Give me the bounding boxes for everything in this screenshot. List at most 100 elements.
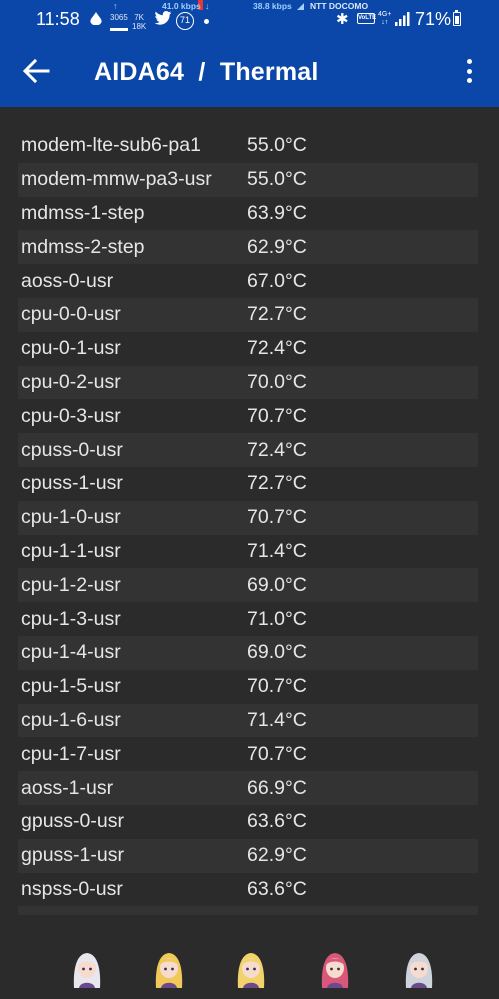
sensor-row[interactable]: mdmss-2-step 62.9°C [18,230,478,265]
sensor-temperature: 62.9°C [247,235,307,258]
battery-percent: 71% [415,9,452,29]
sensor-name: nspss-0-usr [21,877,123,900]
battery-icon [453,10,461,26]
more-vert-icon[interactable] [460,57,480,85]
sensor-temperature: 63.9°C [247,201,307,224]
sensor-row[interactable]: cpu-1-6-usr 71.4°C [18,703,478,738]
upload-speed: 38.8 kbps [253,1,292,11]
sensor-temperature: 63.6°C [247,810,307,833]
sensor-name: cpu-0-3-usr [21,404,121,427]
sensor-name: cpu-1-2-usr [21,573,121,596]
avatar-pink-hair-icon[interactable] [318,948,352,988]
sensor-name: cpuss-0-usr [21,438,123,461]
thermal-list-container[interactable]: modem-lte-sub6-pa1 55.0°C modem-mmw-pa3-us… [0,107,499,915]
sensor-temperature: 72.7°C [247,472,307,495]
sensor-temperature: 70.7°C [247,506,307,529]
sensor-temperature: 55.0°C [247,134,307,157]
avatar-white-hair-icon[interactable] [70,948,104,988]
app-bar: AIDA64 / Thermal [0,35,499,107]
sensor-temperature: 71.4°C [247,539,307,562]
sensor-name: cpu-1-0-usr [21,506,121,529]
sensor-row[interactable]: cpu-0-0-usr 72.7°C [18,297,478,332]
download-speed: 41.0 kbps [162,1,201,11]
sensor-name: cpu-0-1-usr [21,337,121,360]
sensor-name: aoss-0-usr [21,269,114,292]
sensor-row[interactable]: nspss-1-usr61.9°C [18,906,478,915]
sensor-temperature: 70.0°C [247,370,307,393]
thermal-sensor-list: modem-lte-sub6-pa1 55.0°C modem-mmw-pa3-us… [18,129,478,915]
data-usage-count: 3065 [110,13,128,22]
sensor-name: cpuss-1-usr [21,472,123,495]
sensor-row[interactable]: cpuss-1-usr 72.7°C [18,467,478,501]
page-title: AIDA64 / Thermal [94,58,319,86]
sensor-name: mdmss-1-step [21,201,145,224]
sensor-row[interactable]: modem-mmw-pa3-usr 55.0°C [18,162,478,197]
usage-bar [110,28,128,31]
status-bar: ↑ 41.0 kbps ↓ 38.8 kbps NTT DOCOMO 11:58… [0,0,499,35]
sensor-name: gpuss-0-usr [21,810,124,833]
sensor-temperature: 67.0°C [247,269,307,292]
sensor-row[interactable]: cpu-1-3-usr 71.0°C [18,602,478,636]
data-arrows-icon: ↓↑ [381,19,389,26]
follower-counts: 7K 18K [132,13,146,31]
sensor-name: cpu-1-7-usr [21,742,121,765]
sensor-row[interactable]: cpuss-0-usr 72.4°C [18,433,478,467]
sensor-row[interactable]: gpuss-0-usr 63.6°C [18,805,478,839]
sensor-temperature: 55.0°C [247,168,307,191]
sensor-temperature: 70.7°C [247,404,307,427]
sensor-temperature: 71.4°C [247,708,307,731]
sensor-temperature: 63.6°C [247,877,307,900]
clock: 11:58 [36,9,80,29]
sensor-row[interactable]: aoss-1-usr 66.9°C [18,771,478,805]
sensor-row[interactable]: cpu-0-1-usr 72.4°C [18,332,478,366]
sensor-name: cpu-1-6-usr [21,708,121,731]
sensor-name: cpu-1-5-usr [21,675,121,698]
sensor-row[interactable]: cpu-1-1-usr 71.4°C [18,535,478,569]
bottom-dock [0,915,499,999]
sensor-name: cpu-0-2-usr [21,370,121,393]
upload-arrow-icon: ↑ [113,1,118,11]
sensor-temperature: 62.9°C [247,844,307,867]
data-usage-indicator: 3065 [110,13,128,22]
twitter-icon [154,11,172,25]
count-bottom: 18K [132,22,147,31]
download-arrow-icon: ↓ [205,1,210,11]
water-drop-icon [90,12,102,25]
count-top: 7K [134,13,145,22]
sensor-temperature: 69.0°C [247,641,307,664]
sensor-name: modem-lte-sub6-pa1 [21,134,201,157]
sensor-row[interactable]: nspss-0-usr 63.6°C [18,873,478,907]
sensor-row[interactable]: cpu-0-2-usr 70.0°C [18,365,478,400]
sensor-temperature: 70.7°C [247,675,307,698]
bluetooth-icon: ✱ [336,11,349,28]
arrow-back-icon[interactable] [22,58,50,84]
network-type: 4G+ ↓↑ [378,11,391,27]
sensor-row[interactable]: aoss-0-usr 67.0°C [18,264,478,298]
sensor-row[interactable]: cpu-1-0-usr 70.7°C [18,500,478,535]
sensor-row[interactable]: cpu-1-7-usr 70.7°C [18,737,478,771]
sensor-row[interactable]: modem-lte-sub6-pa1 55.0°C [18,129,478,163]
avatar-blonde-icon[interactable] [152,948,186,988]
sensor-row[interactable]: cpu-1-4-usr 69.0°C [18,635,478,670]
sensor-temperature: 72.4°C [247,438,307,461]
sensor-name: cpu-1-1-usr [21,539,121,562]
sensor-temperature: 70.7°C [247,742,307,765]
sensor-name: aoss-1-usr [21,776,114,799]
sensor-row[interactable]: cpu-0-3-usr 70.7°C [18,399,478,433]
sensor-temperature: 66.9°C [247,776,307,799]
sensor-name: modem-mmw-pa3-usr [21,168,212,191]
sensor-row[interactable]: mdmss-1-step 63.9°C [18,197,478,231]
sensor-row[interactable]: gpuss-1-usr 62.9°C [18,838,478,873]
sensor-row[interactable]: cpu-1-5-usr 70.7°C [18,670,478,704]
more-notifications-dot [204,19,209,24]
avatar-silver-hair-icon[interactable] [402,948,436,988]
sensor-row[interactable]: cpu-1-2-usr 69.0°C [18,568,478,603]
volte-icon: VoLTE [357,13,376,24]
avatar-blonde-twintail-icon[interactable] [234,948,268,988]
network-type-label: 4G+ [378,11,392,18]
signal-strength-icon [395,12,410,26]
sensor-name: mdmss-2-step [21,235,145,258]
sensor-name: cpu-0-0-usr [21,303,121,326]
sensor-name: cpu-1-4-usr [21,641,121,664]
sensor-temperature: 71.0°C [247,607,307,630]
